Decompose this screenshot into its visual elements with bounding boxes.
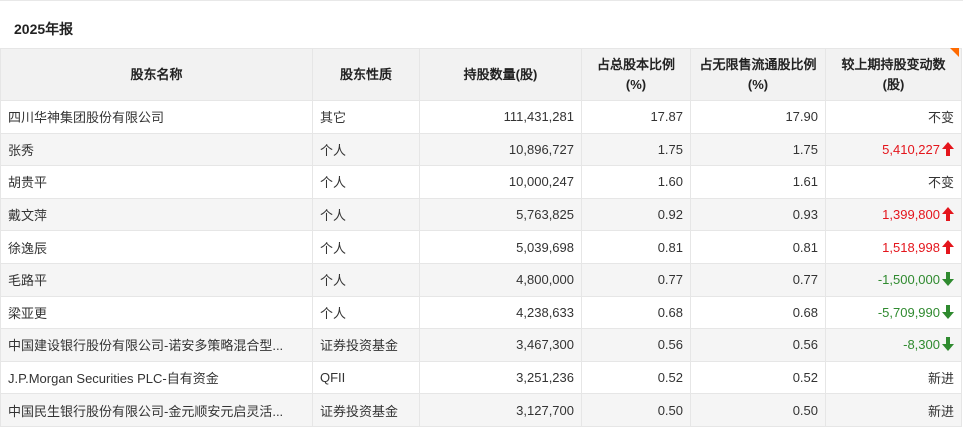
shares-cell: 10,000,247 (419, 165, 582, 199)
shares-cell: 4,800,000 (419, 262, 582, 297)
pct-total-cell: 0.92 (581, 197, 691, 232)
header-change: 较上期持股变动数(股) (825, 48, 962, 101)
change-value: 新进 (927, 371, 954, 387)
header-holder-name: 股东名称 (0, 48, 313, 101)
section-title: 2025年报 (14, 21, 74, 37)
header-pct-float: 占无限售流通股比例(%) (690, 48, 826, 101)
holder-name-cell: 胡贵平 (0, 165, 313, 199)
holder-type-cell: 个人 (312, 197, 420, 232)
holder-type-cell: 个人 (312, 295, 420, 330)
pct-total-cell: 17.87 (581, 100, 691, 134)
change-value: -8,300 (903, 337, 940, 353)
table-row: 中国建设银行股份有限公司-诺安多策略混合型... 证券投资基金 3,467,300 0… (0, 328, 962, 362)
pct-total-cell: 0.68 (581, 295, 691, 330)
change-value: 不变 (927, 175, 954, 191)
section-header: 2025年报 (0, 0, 963, 48)
pct-total-cell: 1.60 (581, 165, 691, 199)
holder-name-cell: 徐逸辰 (0, 230, 313, 264)
change-value: -1,500,000 (877, 272, 940, 288)
shareholders-table: 股东名称 股东性质 持股数量(股) 占总股本比例(%) 占无限售流通股比例(%)… (0, 48, 962, 427)
table-row: 四川华神集团股份有限公司 其它 111,431,281 17.87 17.90 不变 (0, 100, 962, 134)
holder-type-cell: 个人 (312, 132, 420, 167)
arrow-down-icon (940, 304, 954, 320)
shares-cell: 3,127,700 (419, 393, 582, 427)
table-row: 中国民生银行股份有限公司-金元顺安元启灵活... 证券投资基金 3,127,700 0… (0, 393, 962, 427)
pct-total-cell: 1.75 (581, 132, 691, 167)
holder-type-cell: 其它 (312, 100, 420, 134)
holder-type-cell: 证券投资基金 (312, 393, 420, 427)
pct-float-cell: 1.61 (690, 165, 826, 199)
shares-cell: 5,039,698 (419, 230, 582, 264)
change-cell: -5,709,990 (825, 295, 962, 330)
change-value: 5,410,227 (882, 141, 940, 157)
pct-total-cell: 0.50 (581, 393, 691, 427)
shares-cell: 10,896,727 (419, 132, 582, 167)
arrow-down-icon (940, 272, 954, 287)
pct-float-cell: 0.77 (690, 262, 826, 297)
table-header-row: 股东名称 股东性质 持股数量(股) 占总股本比例(%) 占无限售流通股比例(%)… (0, 48, 962, 101)
pct-total-cell: 0.81 (581, 230, 691, 264)
pct-float-cell: 0.52 (690, 360, 826, 395)
table-row: 徐逸辰 个人 5,039,698 0.81 0.81 1,518,998 (0, 230, 962, 264)
pct-float-cell: 0.56 (690, 328, 826, 362)
change-cell: 1,399,800 (825, 197, 962, 232)
table-row: 胡贵平 个人 10,000,247 1.60 1.61 不变 (0, 165, 962, 199)
table-row: 张秀 个人 10,896,727 1.75 1.75 5,410,227 (0, 132, 962, 167)
pct-float-cell: 0.93 (690, 197, 826, 232)
shares-cell: 3,251,236 (419, 360, 582, 395)
holder-name-cell: 中国建设银行股份有限公司-诺安多策略混合型... (0, 328, 313, 362)
pct-total-cell: 0.52 (581, 360, 691, 395)
holder-name-cell: 中国民生银行股份有限公司-金元顺安元启灵活... (0, 393, 313, 427)
change-cell: 5,410,227 (825, 132, 962, 167)
change-value: -5,709,990 (877, 304, 940, 320)
pct-total-cell: 0.56 (581, 328, 691, 362)
change-cell: 1,518,998 (825, 230, 962, 264)
change-cell: -8,300 (825, 328, 962, 362)
holder-type-cell: 个人 (312, 262, 420, 297)
corner-accent-icon (950, 48, 959, 57)
holder-name-cell: 毛路平 (0, 262, 313, 297)
change-value: 1,399,800 (882, 207, 940, 223)
shares-cell: 5,763,825 (419, 197, 582, 232)
table-row: J.P.Morgan Securities PLC-自有资金 QFII 3,251,… (0, 360, 962, 395)
table-row: 戴文萍 个人 5,763,825 0.92 0.93 1,399,800 (0, 197, 962, 232)
holder-name-cell: 戴文萍 (0, 197, 313, 232)
arrow-up-icon (940, 207, 954, 222)
pct-float-cell: 1.75 (690, 132, 826, 167)
arrow-up-icon (940, 141, 954, 157)
holder-name-cell: J.P.Morgan Securities PLC-自有资金 (0, 360, 313, 395)
change-cell: 新进 (825, 360, 962, 395)
pct-float-cell: 0.68 (690, 295, 826, 330)
pct-total-cell: 0.77 (581, 262, 691, 297)
shares-cell: 111,431,281 (419, 100, 582, 134)
pct-float-cell: 0.81 (690, 230, 826, 264)
change-cell: 不变 (825, 165, 962, 199)
table-row: 梁亚更 个人 4,238,633 0.68 0.68 -5,709,990 (0, 295, 962, 330)
holder-type-cell: 证券投资基金 (312, 328, 420, 362)
change-cell: 新进 (825, 393, 962, 427)
arrow-up-icon (940, 239, 954, 255)
header-shares: 持股数量(股) (419, 48, 582, 101)
header-pct-total: 占总股本比例(%) (581, 48, 691, 101)
shares-cell: 4,238,633 (419, 295, 582, 330)
arrow-down-icon (940, 337, 954, 352)
change-value: 1,518,998 (882, 239, 940, 255)
holder-type-cell: QFII (312, 360, 420, 395)
change-value: 新进 (927, 403, 954, 419)
holder-name-cell: 四川华神集团股份有限公司 (0, 100, 313, 134)
holder-type-cell: 个人 (312, 230, 420, 264)
holder-name-cell: 张秀 (0, 132, 313, 167)
table-row: 毛路平 个人 4,800,000 0.77 0.77 -1,500,000 (0, 262, 962, 297)
holder-name-cell: 梁亚更 (0, 295, 313, 330)
shares-cell: 3,467,300 (419, 328, 582, 362)
change-value: 不变 (927, 110, 954, 126)
header-holder-type: 股东性质 (312, 48, 420, 101)
holder-type-cell: 个人 (312, 165, 420, 199)
change-cell: -1,500,000 (825, 262, 962, 297)
pct-float-cell: 17.90 (690, 100, 826, 134)
pct-float-cell: 0.50 (690, 393, 826, 427)
change-cell: 不变 (825, 100, 962, 134)
